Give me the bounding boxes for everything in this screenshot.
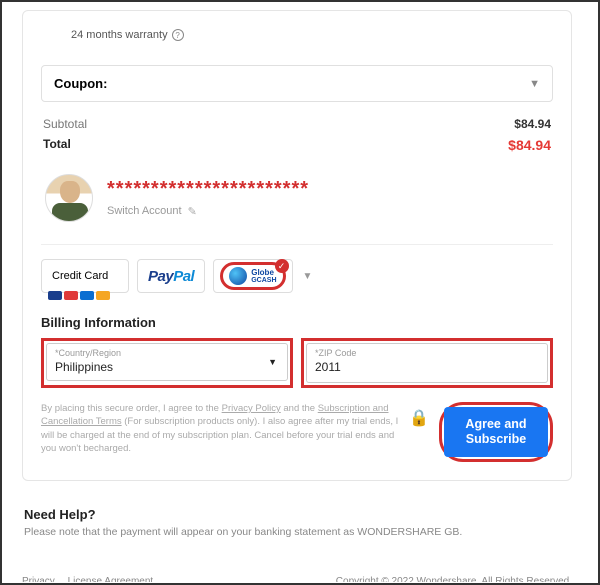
payment-paypal[interactable]: PayPal — [137, 259, 205, 293]
agree-subscribe-button[interactable]: Agree and Subscribe — [444, 407, 548, 457]
window-frame: 24 months warranty ? Coupon: ▼ Subtotal … — [0, 0, 600, 585]
credit-card-label: Credit Card — [52, 270, 108, 282]
payment-credit-card[interactable]: Credit Card — [41, 259, 129, 293]
footer: Privacy License Agreement Copyright © 20… — [22, 576, 572, 582]
scroll-area[interactable]: 24 months warranty ? Coupon: ▼ Subtotal … — [2, 2, 592, 582]
payment-gcash[interactable]: ✓ Globe GCASH — [213, 259, 292, 293]
chevron-down-icon: ▼ — [529, 78, 540, 90]
billing-title: Billing Information — [41, 315, 553, 330]
gcash-highlight-circle: ✓ Globe GCASH — [220, 262, 285, 290]
terms-row: By placing this secure order, I agree to… — [41, 402, 553, 462]
switch-account-label: Switch Account — [107, 205, 182, 217]
avatar — [45, 174, 93, 222]
terms-lead: By placing this secure order, I agree to… — [41, 403, 222, 414]
country-label: *Country/Region — [55, 348, 279, 358]
discover-icon — [96, 291, 110, 300]
globe-icon — [229, 267, 247, 285]
privacy-policy-link[interactable]: Privacy Policy — [222, 403, 281, 414]
pencil-icon: ✎ — [188, 205, 197, 218]
zip-input[interactable] — [315, 358, 539, 374]
subtotal-row: Subtotal $84.94 — [43, 114, 551, 134]
subtotal-value: $84.94 — [514, 117, 551, 131]
billing-row: *Country/Region Philippines ▼ *ZIP Code — [41, 338, 553, 388]
help-title: Need Help? — [24, 507, 570, 522]
cta-line2: Subscribe — [466, 432, 526, 446]
footer-license-link[interactable]: License Agreement — [68, 576, 154, 582]
check-icon: ✓ — [275, 259, 289, 273]
terms-and: and the — [281, 403, 318, 414]
zip-label: *ZIP Code — [315, 348, 539, 358]
gcash-brand: Globe — [251, 269, 276, 277]
coupon-label: Coupon: — [54, 76, 107, 91]
total-label: Total — [43, 137, 71, 153]
coupon-row[interactable]: Coupon: ▼ — [41, 65, 553, 102]
footer-privacy-link[interactable]: Privacy — [22, 576, 55, 582]
warranty-text: 24 months warranty — [71, 29, 168, 41]
terms-text: By placing this secure order, I agree to… — [41, 402, 399, 455]
total-row: Total $84.94 — [43, 134, 551, 156]
footer-copyright: Copyright © 2022 Wondershare. All Rights… — [336, 576, 572, 582]
lock-icon: 🔒 — [409, 408, 429, 428]
footer-links: Privacy License Agreement — [22, 576, 163, 582]
totals-block: Subtotal $84.94 Total $84.94 — [41, 110, 553, 162]
account-row: *********************** Switch Account ✎ — [41, 162, 553, 230]
switch-account-link[interactable]: Switch Account ✎ — [107, 205, 309, 218]
help-section: Need Help? Please note that the payment … — [22, 497, 572, 548]
country-value: Philippines — [55, 358, 279, 374]
account-name-redacted: *********************** — [107, 179, 309, 199]
page-content: 24 months warranty ? Coupon: ▼ Subtotal … — [2, 10, 592, 582]
more-methods-icon[interactable]: ▼ — [303, 271, 313, 282]
gcash-text: Globe GCASH — [251, 269, 276, 284]
payment-methods: Credit Card PayPal ✓ — [41, 259, 553, 293]
visa-icon — [48, 291, 62, 300]
chevron-down-icon: ▼ — [268, 357, 277, 367]
subtotal-label: Subtotal — [43, 117, 87, 131]
help-text: Please note that the payment will appear… — [24, 526, 570, 538]
warranty-line: 24 months warranty ? — [41, 23, 553, 65]
zip-field[interactable]: *ZIP Code — [306, 343, 548, 383]
gcash-sub: GCASH — [251, 277, 276, 284]
help-icon[interactable]: ? — [172, 29, 184, 41]
country-field[interactable]: *Country/Region Philippines ▼ — [46, 343, 288, 381]
paypal-logo: PayPal — [148, 268, 194, 285]
checkout-card: 24 months warranty ? Coupon: ▼ Subtotal … — [22, 10, 572, 481]
divider — [41, 244, 553, 245]
amex-icon — [80, 291, 94, 300]
cta-line1: Agree and — [465, 417, 526, 431]
cta-highlight-circle: Agree and Subscribe — [439, 402, 553, 462]
country-highlight: *Country/Region Philippines ▼ — [41, 338, 293, 388]
total-value: $84.94 — [508, 137, 551, 153]
zip-highlight: *ZIP Code — [301, 338, 553, 388]
card-brand-icons — [48, 291, 110, 300]
mastercard-icon — [64, 291, 78, 300]
account-info: *********************** Switch Account ✎ — [107, 179, 309, 218]
